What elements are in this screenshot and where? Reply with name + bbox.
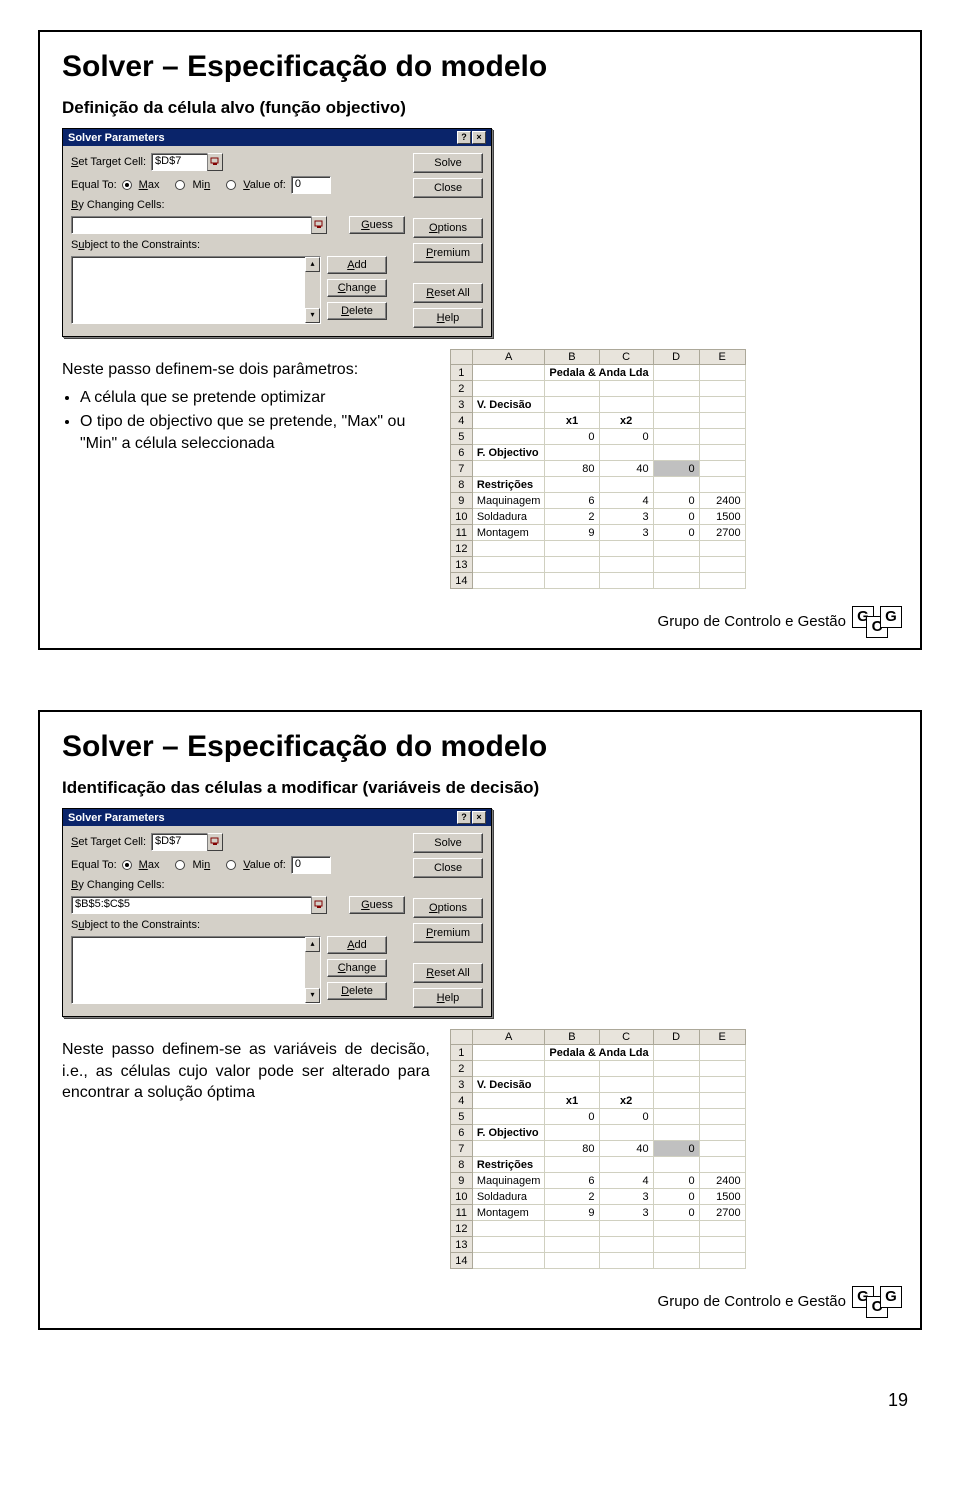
- ref-picker-icon[interactable]: [207, 833, 223, 851]
- reset-all-button[interactable]: Reset All: [413, 283, 483, 303]
- changing-cells-input[interactable]: [71, 216, 311, 234]
- equal-to-label: Equal To:: [71, 859, 117, 871]
- help-button[interactable]: Help: [413, 988, 483, 1008]
- footer-label: Grupo de Controlo e Gestão: [658, 1293, 846, 1310]
- dialog-title: Solver Parameters: [68, 132, 165, 144]
- slide-2: Solver – Especificação do modelo Identif…: [38, 710, 922, 1330]
- max-label: Max: [139, 179, 160, 191]
- value-input[interactable]: 0: [291, 176, 331, 194]
- max-label: Max: [139, 859, 160, 871]
- options-button[interactable]: Options: [413, 218, 483, 238]
- changing-cells-input[interactable]: $B$5:$C$5: [71, 896, 311, 914]
- target-cell-input[interactable]: $D$7: [151, 153, 207, 171]
- slide-subtitle: Definição da célula alvo (função objecti…: [62, 98, 898, 118]
- change-button[interactable]: Change: [327, 279, 387, 297]
- radio-min[interactable]: [175, 860, 185, 870]
- set-target-label: Set Target Cell:: [71, 156, 146, 168]
- radio-value[interactable]: [226, 180, 236, 190]
- help-button[interactable]: ?: [457, 131, 471, 144]
- bullet-list: A célula que se pretende optimizar O tip…: [62, 387, 430, 456]
- bullet-item: O tipo de objectivo que se pretende, "Ma…: [80, 411, 430, 456]
- scroll-down-icon[interactable]: ▾: [305, 308, 320, 323]
- col-headers: A B C D E: [450, 1030, 745, 1045]
- col-headers: A B C D E: [450, 350, 745, 365]
- ref-picker-icon[interactable]: [207, 153, 223, 171]
- add-button[interactable]: Add: [327, 936, 387, 954]
- value-input[interactable]: 0: [291, 856, 331, 874]
- change-button[interactable]: Change: [327, 959, 387, 977]
- spreadsheet: A B C D E 1Pedala & Anda Lda 2 3V. Decis…: [450, 349, 746, 589]
- scroll-down-icon[interactable]: ▾: [305, 988, 320, 1003]
- delete-button[interactable]: Delete: [327, 982, 387, 1000]
- close-icon[interactable]: ×: [472, 131, 486, 144]
- value-of-label: Value of:: [243, 179, 286, 191]
- footer-g-box: G: [880, 1286, 902, 1308]
- set-target-label: Set Target Cell:: [71, 836, 146, 848]
- add-button[interactable]: Add: [327, 256, 387, 274]
- equal-to-label: Equal To:: [71, 179, 117, 191]
- intro-text: Neste passo definem-se dois parâmetros:: [62, 359, 430, 381]
- premium-button[interactable]: Premium: [413, 923, 483, 943]
- solve-button[interactable]: Solve: [413, 833, 483, 853]
- value-of-label: Value of:: [243, 859, 286, 871]
- dialog-titlebar: Solver Parameters ? ×: [63, 809, 491, 826]
- slide-footer: Grupo de Controlo e Gestão G C G: [658, 1286, 900, 1316]
- close-button[interactable]: Close: [413, 858, 483, 878]
- constraints-listbox[interactable]: ▴ ▾: [71, 936, 321, 1004]
- dialog-titlebar: Solver Parameters ? ×: [63, 129, 491, 146]
- guess-button[interactable]: Guess: [349, 216, 405, 234]
- constraints-listbox[interactable]: ▴ ▾: [71, 256, 321, 324]
- close-button[interactable]: Close: [413, 178, 483, 198]
- footer-g-box: G: [880, 606, 902, 628]
- radio-min[interactable]: [175, 180, 185, 190]
- scroll-up-icon[interactable]: ▴: [305, 257, 320, 272]
- by-changing-label: By Changing Cells:: [71, 199, 165, 211]
- by-changing-label: By Changing Cells:: [71, 879, 165, 891]
- solver-dialog: Solver Parameters ? × Set Target Cell: $…: [62, 128, 492, 337]
- page-number: 19: [0, 1390, 908, 1411]
- subject-to-label: Subject to the Constraints:: [71, 239, 200, 251]
- help-button[interactable]: ?: [457, 811, 471, 824]
- intro-text: Neste passo definem-se as variáveis de d…: [62, 1039, 430, 1104]
- slide-1: Solver – Especificação do modelo Definiç…: [38, 30, 922, 650]
- slide-subtitle: Identificação das células a modificar (v…: [62, 778, 898, 798]
- solver-dialog: Solver Parameters ? × Set Target Cell: $…: [62, 808, 492, 1017]
- premium-button[interactable]: Premium: [413, 243, 483, 263]
- slide-title: Solver – Especificação do modelo: [62, 50, 898, 84]
- ref-picker-icon[interactable]: [311, 216, 327, 234]
- target-cell-input[interactable]: $D$7: [151, 833, 207, 851]
- options-button[interactable]: Options: [413, 898, 483, 918]
- slide-footer: Grupo de Controlo e Gestão G C G: [658, 606, 900, 636]
- radio-max[interactable]: [122, 180, 132, 190]
- radio-value[interactable]: [226, 860, 236, 870]
- footer-label: Grupo de Controlo e Gestão: [658, 613, 846, 630]
- help-button[interactable]: Help: [413, 308, 483, 328]
- ref-picker-icon[interactable]: [311, 896, 327, 914]
- min-label: Min: [192, 859, 210, 871]
- guess-button[interactable]: Guess: [349, 896, 405, 914]
- close-icon[interactable]: ×: [472, 811, 486, 824]
- radio-max[interactable]: [122, 860, 132, 870]
- dialog-title: Solver Parameters: [68, 812, 165, 824]
- slide-title: Solver – Especificação do modelo: [62, 730, 898, 764]
- spreadsheet: A B C D E 1Pedala & Anda Lda 2 3V. Decis…: [450, 1029, 746, 1269]
- reset-all-button[interactable]: Reset All: [413, 963, 483, 983]
- delete-button[interactable]: Delete: [327, 302, 387, 320]
- solve-button[interactable]: Solve: [413, 153, 483, 173]
- min-label: Min: [192, 179, 210, 191]
- bullet-item: A célula que se pretende optimizar: [80, 387, 430, 409]
- subject-to-label: Subject to the Constraints:: [71, 919, 200, 931]
- scroll-up-icon[interactable]: ▴: [305, 937, 320, 952]
